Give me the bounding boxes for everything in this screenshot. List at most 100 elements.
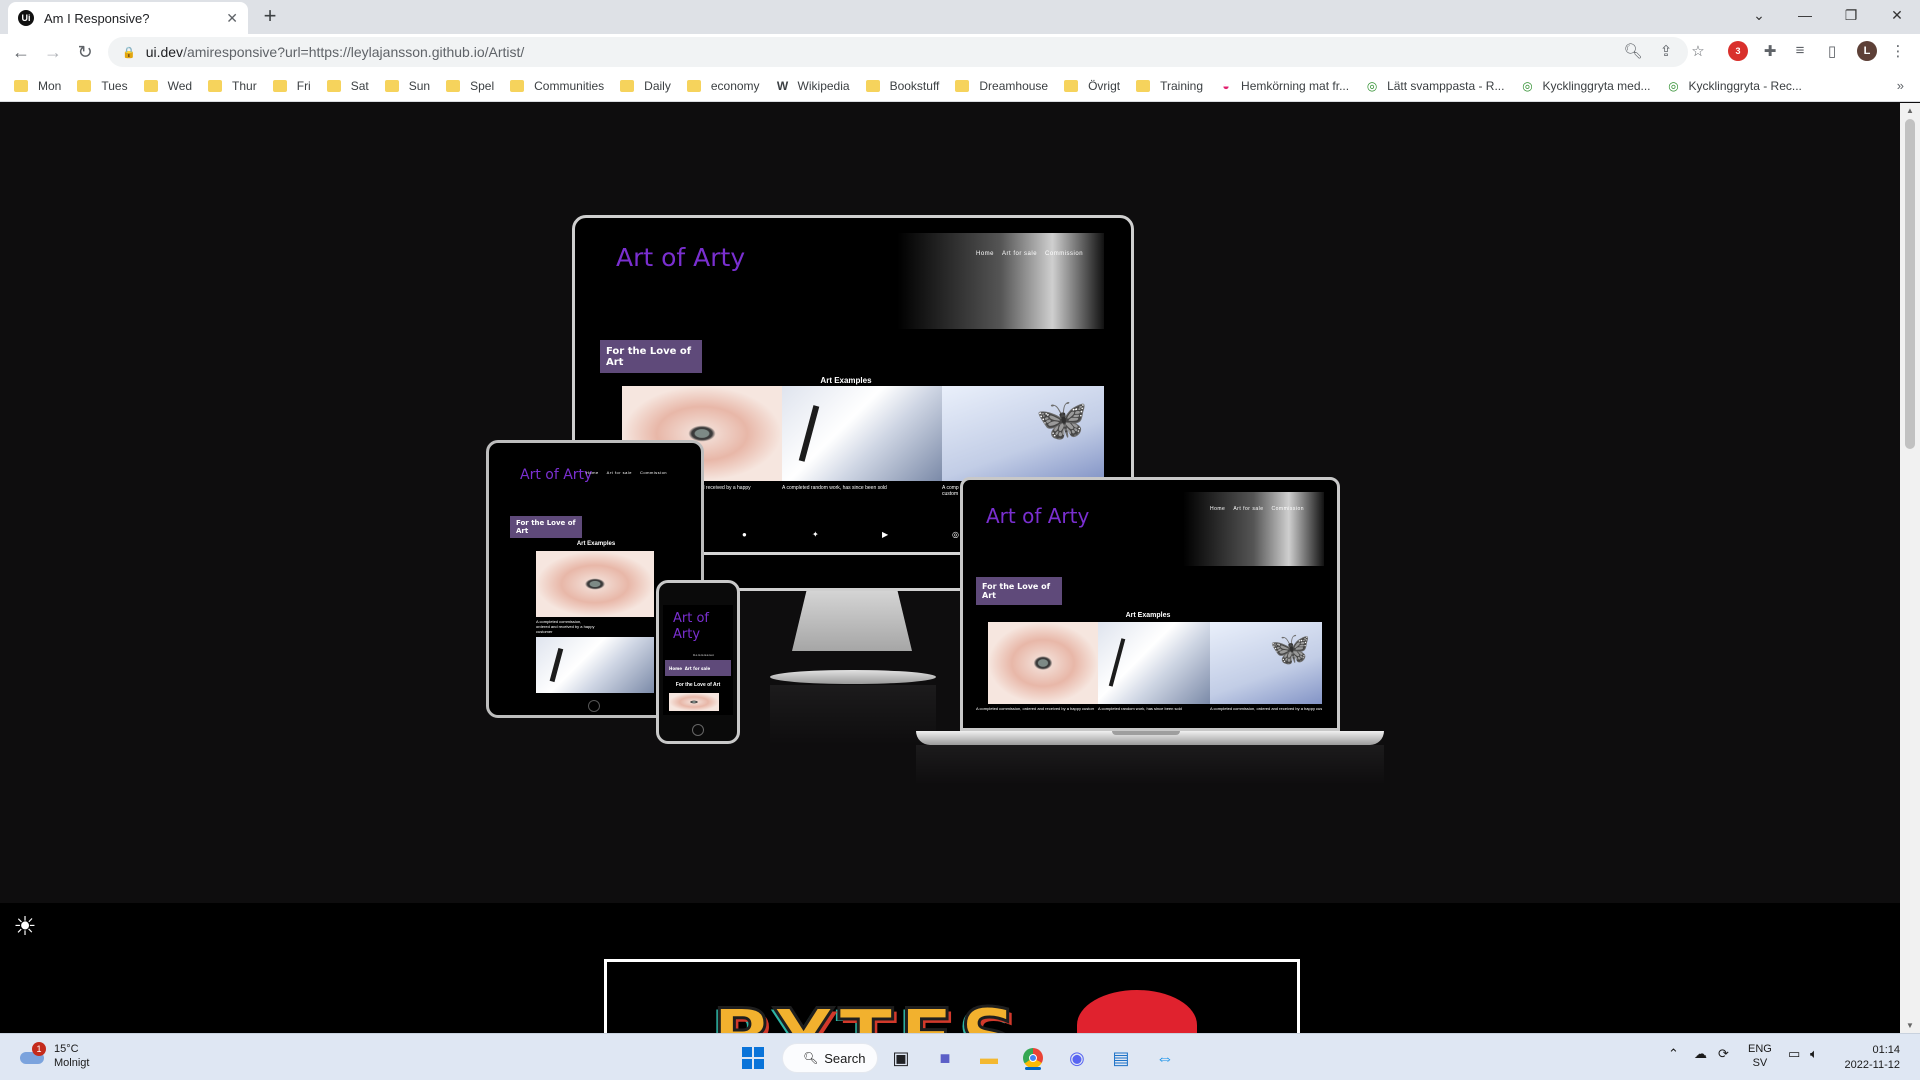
bytes-card[interactable]: BYTES [604, 959, 1300, 1033]
bookmark-item[interactable]: ◎ Kycklinggryta med... [1520, 79, 1650, 93]
laptop-examples-title: Art Examples [1125, 612, 1171, 619]
zoom-search-icon[interactable]: 🔍︎ [1623, 42, 1643, 60]
forward-button[interactable]: → [42, 41, 64, 63]
bookmark-item[interactable]: Bookstuff [865, 79, 939, 93]
instagram-icon[interactable]: ◎ [952, 530, 959, 539]
volume-icon[interactable]: 🔈︎ [1810, 1046, 1818, 1062]
restore-button[interactable]: ❐ [1828, 0, 1874, 30]
laptop-nav-commission[interactable]: Commission [1272, 506, 1305, 512]
laptop-butterfly-artwork[interactable] [1210, 622, 1322, 704]
laptop-eye-artwork[interactable] [988, 622, 1098, 704]
onedrive-cloud-icon[interactable]: ☁ [1694, 1046, 1707, 1062]
address-bar[interactable]: 🔒 ui.dev/amiresponsive?url=https://leyla… [108, 37, 1688, 67]
taskbar-search-button[interactable]: 🔍︎ Search [782, 1043, 878, 1073]
back-button[interactable]: ← [10, 41, 32, 63]
bookmark-item[interactable]: economy [686, 79, 760, 93]
bookmark-item[interactable]: ◎ Lätt svamppasta - R... [1365, 79, 1505, 93]
tray-overflow-chevron-icon[interactable]: ⌃ [1668, 1046, 1679, 1062]
phone-brand-line1: Art of [673, 611, 709, 626]
laptop-site-brand[interactable]: Art of Arty [986, 504, 1089, 528]
minimize-button[interactable]: — [1782, 0, 1828, 30]
language-indicator[interactable]: ENG SV [1748, 1042, 1772, 1070]
theme-toggle-sun-icon[interactable]: ☀ [10, 911, 40, 941]
bookmarks-overflow-chevron-icon[interactable]: » [1897, 78, 1904, 93]
bookmark-item[interactable]: Dreamhouse [955, 79, 1048, 93]
bookmark-item[interactable]: W Wikipedia [776, 79, 850, 93]
teamviewer-icon[interactable]: ⇔ [1150, 1043, 1180, 1073]
close-tab-icon[interactable]: ✕ [226, 10, 238, 27]
bookmark-label: Fri [296, 78, 311, 93]
laptop-caption-1: A completed commission, ordered and rece… [976, 706, 1094, 711]
chrome-icon[interactable] [1018, 1043, 1048, 1073]
profile-avatar[interactable]: L [1857, 41, 1877, 61]
bookmark-item[interactable]: Spel [446, 79, 494, 93]
desktop-nav-art-for-sale[interactable]: Art for sale [1002, 251, 1037, 257]
reload-button[interactable]: ↻ [74, 41, 96, 63]
phone-eye-artwork[interactable] [669, 693, 719, 711]
teams-chat-icon[interactable]: ■ [930, 1043, 960, 1073]
url-path: /amiresponsive?url=https://leylajansson.… [183, 44, 525, 60]
bookmark-item[interactable]: Tues [77, 79, 128, 93]
system-clock[interactable]: 01:14 2022-11-12 [1845, 1043, 1900, 1073]
laptop-caption-3: A completed commission, ordered and rece… [1210, 706, 1322, 711]
cloud-weather-icon: 1 [18, 1042, 46, 1066]
phone-site-brand[interactable]: Art of Arty [673, 611, 709, 643]
weather-widget[interactable]: 1 15°C Molnigt [18, 1042, 89, 1070]
desktop-sketch-artwork[interactable] [782, 386, 942, 481]
tablet-nav-art-for-sale[interactable]: Art for sale [607, 470, 632, 475]
tablet-eye-artwork[interactable] [536, 551, 654, 617]
desktop-tagline: For the Love of Art [600, 340, 702, 373]
close-window-button[interactable]: ✕ [1874, 0, 1920, 30]
bookmark-item[interactable]: Thur [208, 79, 257, 93]
bookmark-item[interactable]: Mon [14, 79, 61, 93]
menu-kebab-icon[interactable]: ⋮ [1888, 42, 1908, 60]
desktop-nav-home[interactable]: Home [976, 251, 994, 257]
task-view-icon[interactable]: ▣ [886, 1043, 916, 1073]
twitter-icon[interactable]: ✦ [812, 530, 819, 539]
bookmark-item[interactable]: Daily [620, 79, 671, 93]
bookmark-item[interactable]: Fri [272, 78, 311, 93]
tab-search-chevron-icon[interactable]: ⌄ [1736, 0, 1782, 30]
facebook-icon[interactable]: ● [742, 530, 747, 539]
notepad-icon[interactable]: ▤ [1106, 1043, 1136, 1073]
laptop-nav-art-for-sale[interactable]: Art for sale [1233, 506, 1263, 512]
tablet-nav-home[interactable]: Home [586, 470, 599, 475]
url-host: ui.dev [145, 44, 184, 60]
file-explorer-icon[interactable]: ▬ [974, 1043, 1004, 1073]
sync-icon[interactable]: ⟳ [1718, 1046, 1729, 1062]
scroll-up-arrow-icon[interactable]: ▲ [1900, 106, 1920, 115]
bookmark-item[interactable]: Övrigt [1064, 79, 1120, 93]
page-scrollbar[interactable]: ▲ ▼ [1900, 103, 1920, 1033]
desktop-butterfly-artwork[interactable] [942, 386, 1104, 481]
side-panel-icon[interactable]: ▯ [1822, 42, 1842, 60]
bookmark-item[interactable]: Training [1136, 79, 1203, 93]
tablet-nav-commission[interactable]: Commission [640, 470, 667, 475]
start-windows-icon[interactable] [738, 1043, 768, 1073]
bookmark-item[interactable]: ◎ Kycklinggryta - Rec... [1667, 79, 1802, 93]
share-icon[interactable]: ⇪ [1656, 42, 1676, 60]
laptop-sketch-artwork[interactable] [1098, 622, 1210, 704]
desktop-nav-commission[interactable]: Commission [1045, 251, 1083, 257]
bookmark-star-icon[interactable]: ☆ [1688, 42, 1708, 60]
tab-am-i-responsive[interactable]: Ui Am I Responsive? ✕ [8, 2, 248, 34]
phone-nav-home[interactable]: Home [669, 666, 682, 671]
tablet-sketch-artwork[interactable] [536, 637, 654, 693]
scrollbar-thumb[interactable] [1905, 119, 1915, 449]
bookmark-item[interactable]: Wed [143, 79, 192, 93]
reading-list-icon[interactable]: ≡ [1790, 42, 1810, 59]
bookmark-item[interactable]: ◒ Hemkörning mat fr... [1219, 79, 1349, 93]
youtube-icon[interactable]: ▶ [882, 530, 888, 539]
bookmark-item[interactable]: Communities [510, 79, 604, 93]
extension-badge-icon[interactable]: 3 [1728, 41, 1748, 61]
laptop-nav-home[interactable]: Home [1210, 506, 1225, 512]
bookmark-item[interactable]: Sat [326, 79, 369, 93]
phone-nav-art-for-sale[interactable]: Art for sale [685, 666, 710, 671]
desktop-site-brand[interactable]: Art of Arty [616, 243, 745, 272]
scroll-down-arrow-icon[interactable]: ▼ [1900, 1021, 1920, 1030]
network-display-icon[interactable]: ▭ [1788, 1046, 1800, 1062]
phone-nav-commission[interactable]: Commission [693, 653, 715, 657]
discord-icon[interactable]: ◉ [1062, 1043, 1092, 1073]
new-tab-button[interactable]: + [258, 5, 282, 29]
extensions-puzzle-icon[interactable]: ✚ [1760, 42, 1780, 60]
bookmark-item[interactable]: Sun [384, 79, 430, 93]
